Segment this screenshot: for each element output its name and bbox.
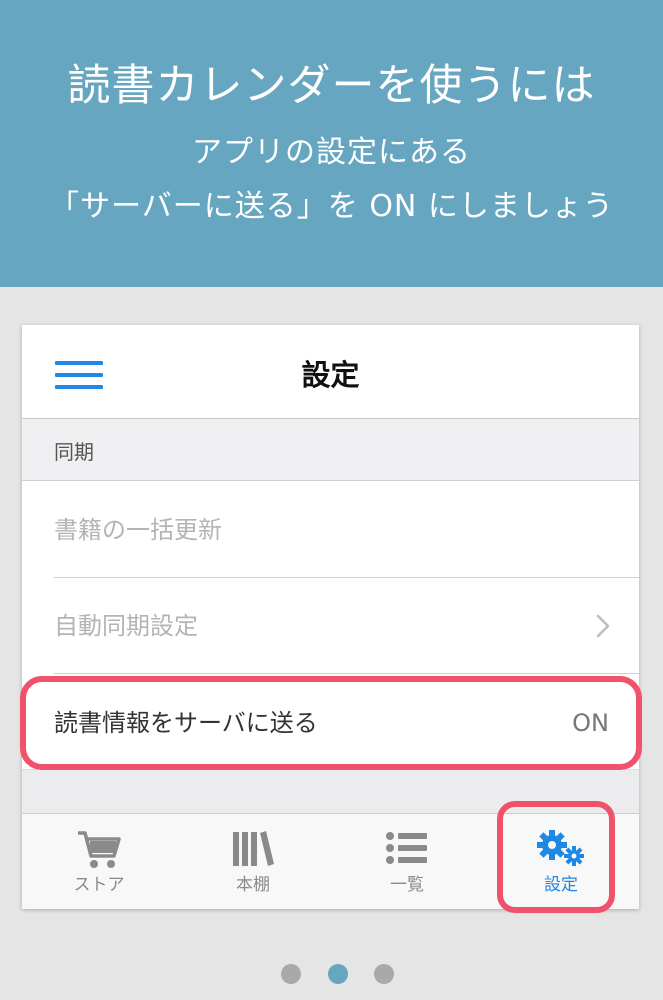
tab-label: 本棚 bbox=[236, 875, 270, 895]
divider bbox=[54, 673, 639, 674]
page-dot-3[interactable] bbox=[374, 964, 394, 984]
chevron-right-icon bbox=[596, 614, 610, 638]
banner-subtitle-line1: アプリの設定にある bbox=[192, 135, 471, 170]
banner-subtitle-line2: 「サーバーに送る」を ON にしましょう bbox=[49, 189, 614, 224]
page-dot-1[interactable] bbox=[281, 964, 301, 984]
tab-label: ストア bbox=[73, 875, 125, 895]
bookshelf-icon bbox=[233, 831, 274, 866]
page-dot-2-active[interactable] bbox=[328, 964, 348, 984]
tab-store[interactable]: ストア bbox=[22, 814, 176, 909]
tab-list[interactable]: 一覧 bbox=[330, 814, 484, 909]
highlight-settings-tab bbox=[497, 801, 615, 913]
settings-header: 設定 bbox=[22, 325, 639, 419]
section-label: 同期 bbox=[54, 440, 94, 464]
row-label: 自動同期設定 bbox=[54, 612, 198, 640]
cart-icon bbox=[78, 831, 121, 868]
list-icon bbox=[386, 832, 427, 864]
auto-sync-settings-item[interactable]: 自動同期設定 bbox=[22, 578, 639, 674]
highlight-send-to-server bbox=[20, 676, 642, 770]
tab-bookshelf[interactable]: 本棚 bbox=[176, 814, 330, 909]
page-indicator bbox=[0, 964, 663, 984]
section-header-sync: 同期 bbox=[22, 419, 639, 481]
bulk-update-books-item[interactable]: 書籍の一括更新 bbox=[22, 482, 639, 578]
tab-label: 一覧 bbox=[390, 875, 424, 895]
row-label: 書籍の一括更新 bbox=[54, 516, 222, 544]
instruction-banner: 読書カレンダーを使うには アプリの設定にある 「サーバーに送る」を ON にしま… bbox=[0, 0, 663, 287]
page-title: 設定 bbox=[301, 358, 360, 392]
banner-title: 読書カレンダーを使うには bbox=[67, 61, 596, 111]
